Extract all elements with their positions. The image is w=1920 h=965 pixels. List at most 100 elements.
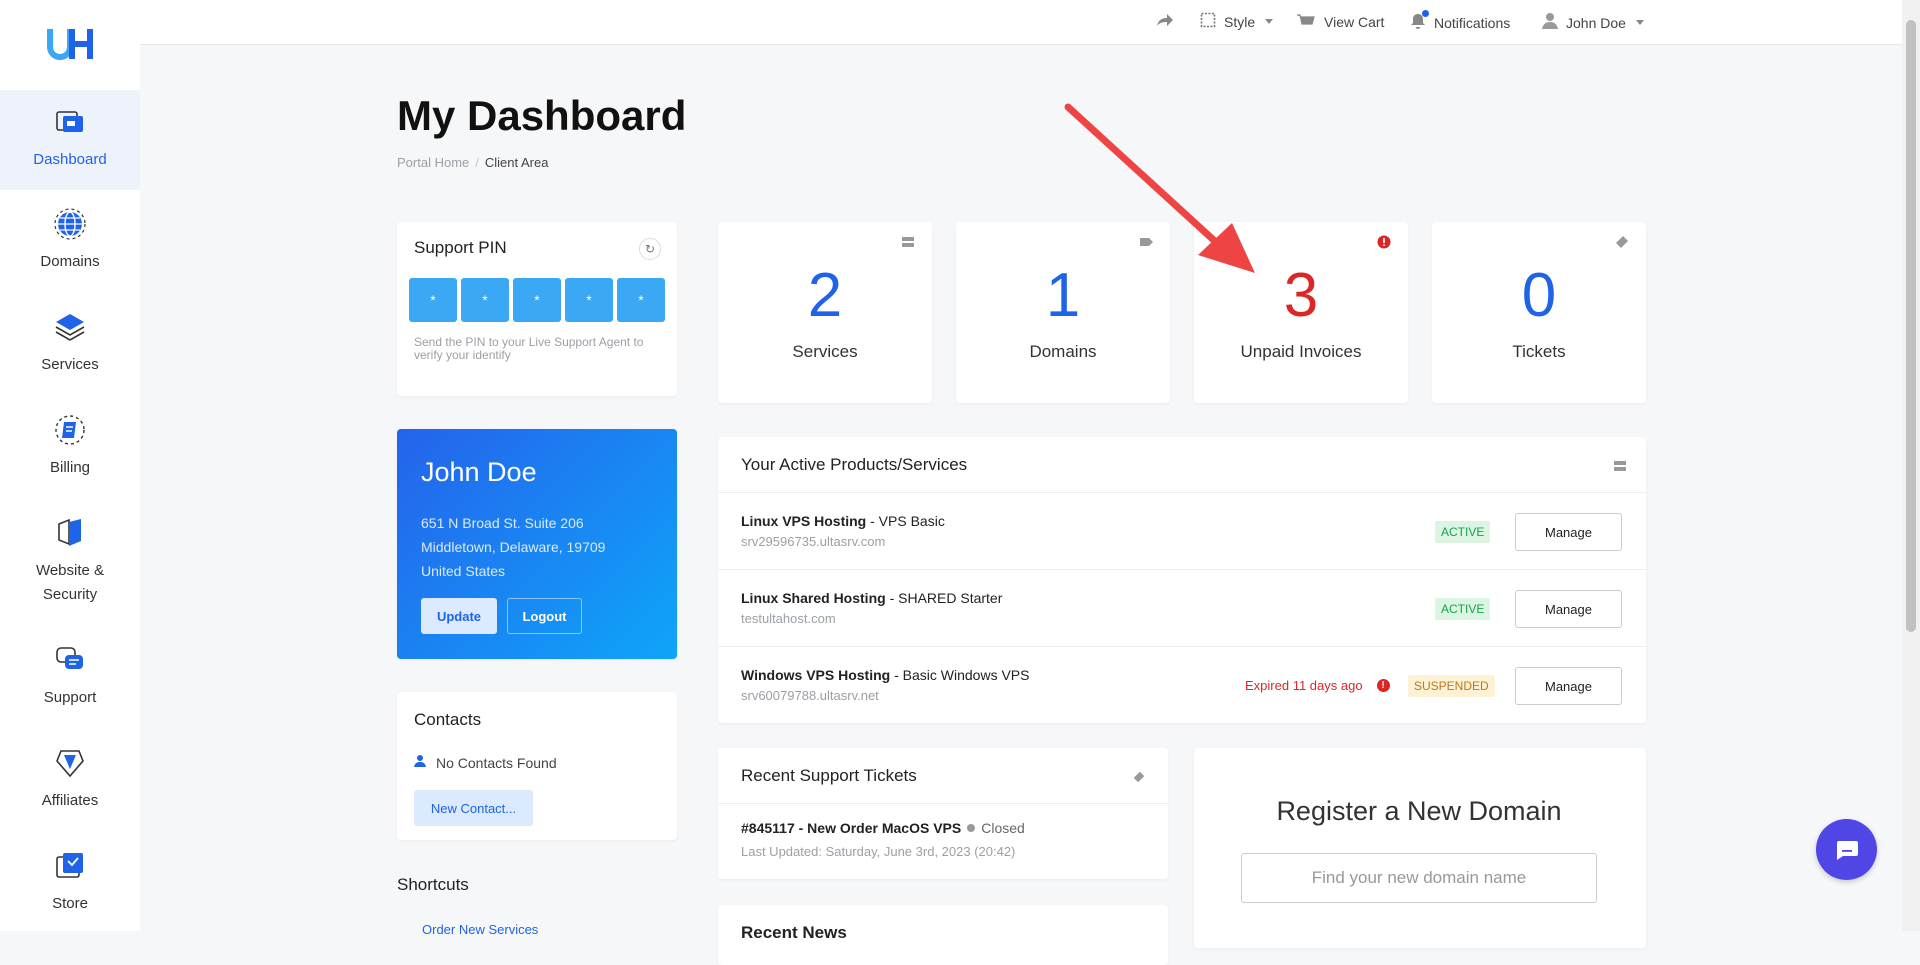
refresh-icon[interactable]: ↻	[639, 238, 661, 260]
product-plan: - VPS Basic	[866, 513, 945, 529]
manage-button[interactable]: Manage	[1515, 513, 1622, 551]
address-line: Middletown, Delaware, 19709	[421, 539, 606, 555]
expired-note: Expired 11 days ago !	[1245, 678, 1390, 693]
stat-value: 1	[1045, 261, 1081, 330]
breadcrumb-separator: /	[475, 155, 479, 170]
contacts-empty: No Contacts Found	[414, 754, 557, 771]
logo[interactable]	[47, 26, 93, 62]
stat-value: 0	[1521, 261, 1557, 330]
status-badge: ACTIVE	[1435, 521, 1491, 543]
stat-label: Tickets	[1512, 342, 1566, 361]
profile-card: John Doe 651 N Broad St. Suite 206 Middl…	[397, 429, 677, 659]
dashboard-icon	[52, 104, 88, 140]
sidebar-item-domains[interactable]: Domains	[0, 206, 140, 274]
recent-news-card: Recent News	[718, 905, 1168, 965]
product-host: srv29596735.ultasrv.com	[741, 534, 886, 549]
product-name: Linux VPS Hosting - VPS Basic	[741, 513, 945, 529]
stat-services[interactable]: 2 Services	[718, 222, 932, 403]
support-pin-card: Support PIN ↻ * * * * * Send the PIN to …	[397, 222, 677, 396]
profile-address: 651 N Broad St. Suite 206 Middletown, De…	[421, 511, 605, 583]
product-host: srv60079788.ultasrv.net	[741, 688, 879, 703]
server-icon	[902, 237, 914, 247]
product-type: Linux VPS Hosting	[741, 513, 867, 529]
product-row: Windows VPS Hosting - Basic Windows VPS …	[718, 646, 1648, 724]
style-label: Style	[1224, 13, 1256, 30]
style-menu[interactable]: Style	[1200, 12, 1274, 31]
shortcuts-title: Shortcuts	[397, 875, 469, 894]
view-cart-link[interactable]: View Cart	[1296, 12, 1384, 31]
billing-icon	[52, 412, 88, 448]
pin-digit: *	[565, 278, 613, 322]
address-line: 651 N Broad St. Suite 206	[421, 515, 584, 531]
stat-tickets[interactable]: 0 Tickets	[1432, 222, 1646, 403]
scrollbar[interactable]	[1902, 0, 1920, 931]
sidebar-item-label: Domains	[40, 253, 100, 270]
breadcrumb-home[interactable]: Portal Home	[397, 155, 469, 170]
ticket-item[interactable]: #845117 - New Order MacOS VPS Closed Las…	[718, 803, 1168, 875]
product-type: Windows VPS Hosting	[741, 667, 891, 683]
update-button[interactable]: Update	[421, 598, 497, 634]
sidebar-item-billing[interactable]: Billing	[0, 412, 140, 480]
sidebar-item-website-security[interactable]: Website & Security	[0, 515, 140, 607]
ticket-icon	[1133, 771, 1145, 783]
shortcut-order-new-services[interactable]: Order New Services	[422, 922, 538, 937]
sidebar-item-support[interactable]: Support	[0, 642, 140, 710]
sidebar-item-dashboard[interactable]: Dashboard	[0, 90, 140, 190]
manage-button[interactable]: Manage	[1515, 667, 1622, 705]
share-button[interactable]	[1156, 12, 1174, 31]
domain-search-input[interactable]	[1241, 853, 1597, 903]
chat-button[interactable]	[1816, 819, 1877, 880]
bell-icon	[1410, 10, 1429, 33]
product-row: Linux Shared Hosting - SHARED Starter te…	[718, 569, 1648, 647]
ticket-status: Closed	[981, 820, 1025, 836]
sidebar-item-affiliates[interactable]: Affiliates	[0, 745, 140, 813]
new-contact-button[interactable]: New Contact...	[414, 790, 533, 826]
status-badge: ACTIVE	[1435, 598, 1491, 620]
stat-domains[interactable]: 1 Domains	[956, 222, 1170, 403]
pin-boxes: * * * * *	[409, 278, 665, 322]
product-name: Linux Shared Hosting - SHARED Starter	[741, 590, 1002, 606]
sidebar-item-store[interactable]: Store	[0, 848, 140, 916]
stat-unpaid-invoices[interactable]: 3 Unpaid Invoices	[1194, 222, 1408, 403]
ticket-title: #845117 - New Order MacOS VPS Closed	[741, 820, 1025, 836]
product-plan: - Basic Windows VPS	[890, 667, 1030, 683]
scrollbar-thumb[interactable]	[1906, 20, 1916, 632]
user-menu[interactable]: John Doe	[1542, 12, 1644, 33]
chevron-down-icon	[1635, 20, 1644, 25]
active-products-card: Your Active Products/Services Linux VPS …	[718, 437, 1648, 724]
sidebar-item-label: Store	[52, 895, 88, 912]
support-pin-title: Support PIN	[414, 238, 507, 257]
chevron-down-icon	[1265, 19, 1274, 24]
logout-button[interactable]: Logout	[507, 598, 582, 634]
contacts-card: Contacts No Contacts Found New Contact..…	[397, 692, 677, 840]
ticket-icon	[1616, 236, 1628, 248]
stat-label: Unpaid Invoices	[1240, 342, 1362, 361]
notifications-link[interactable]: Notifications	[1410, 10, 1511, 33]
address-line: United States	[421, 563, 506, 579]
status-dot	[967, 824, 976, 832]
pin-digit: *	[513, 278, 561, 322]
product-plan: - SHARED Starter	[885, 590, 1003, 606]
tag-icon	[1140, 238, 1153, 246]
manage-button[interactable]: Manage	[1515, 590, 1622, 628]
profile-name: John Doe	[421, 457, 537, 487]
notifications-label: Notifications	[1434, 14, 1511, 31]
pin-help-text: Send the PIN to your Live Support Agent …	[414, 335, 644, 362]
store-icon	[52, 848, 88, 884]
pin-digit: *	[617, 278, 665, 322]
sidebar-item-label: Services	[41, 356, 99, 373]
register-domain-title: Register a New Domain	[1276, 796, 1562, 826]
stat-value: 3	[1283, 261, 1319, 330]
sidebar-item-label: Billing	[49, 459, 91, 476]
sidebar: Dashboard Domains Services Billing Websi…	[0, 0, 140, 931]
pin-digit: *	[409, 278, 457, 322]
stat-value: 2	[807, 261, 843, 330]
style-icon	[1200, 12, 1216, 31]
user-icon	[1542, 12, 1558, 33]
sidebar-item-label: Website & Security	[35, 562, 105, 603]
cart-icon	[1296, 12, 1316, 31]
sidebar-item-services[interactable]: Services	[0, 309, 140, 377]
product-name: Windows VPS Hosting - Basic Windows VPS	[741, 667, 1029, 683]
ticket-subject: #845117 - New Order MacOS VPS	[741, 820, 962, 836]
contacts-title: Contacts	[414, 710, 482, 729]
